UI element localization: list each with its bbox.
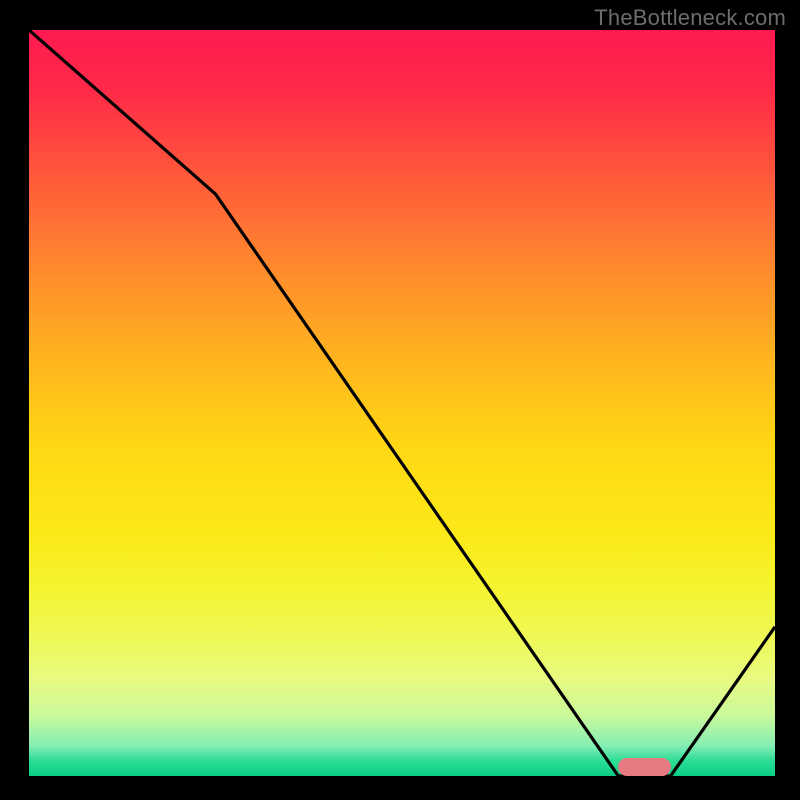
chart-container: TheBottleneck.com <box>0 0 800 800</box>
plot-gradient-background <box>29 30 775 776</box>
optimal-range-marker <box>618 758 670 776</box>
watermark-text: TheBottleneck.com <box>594 5 786 31</box>
